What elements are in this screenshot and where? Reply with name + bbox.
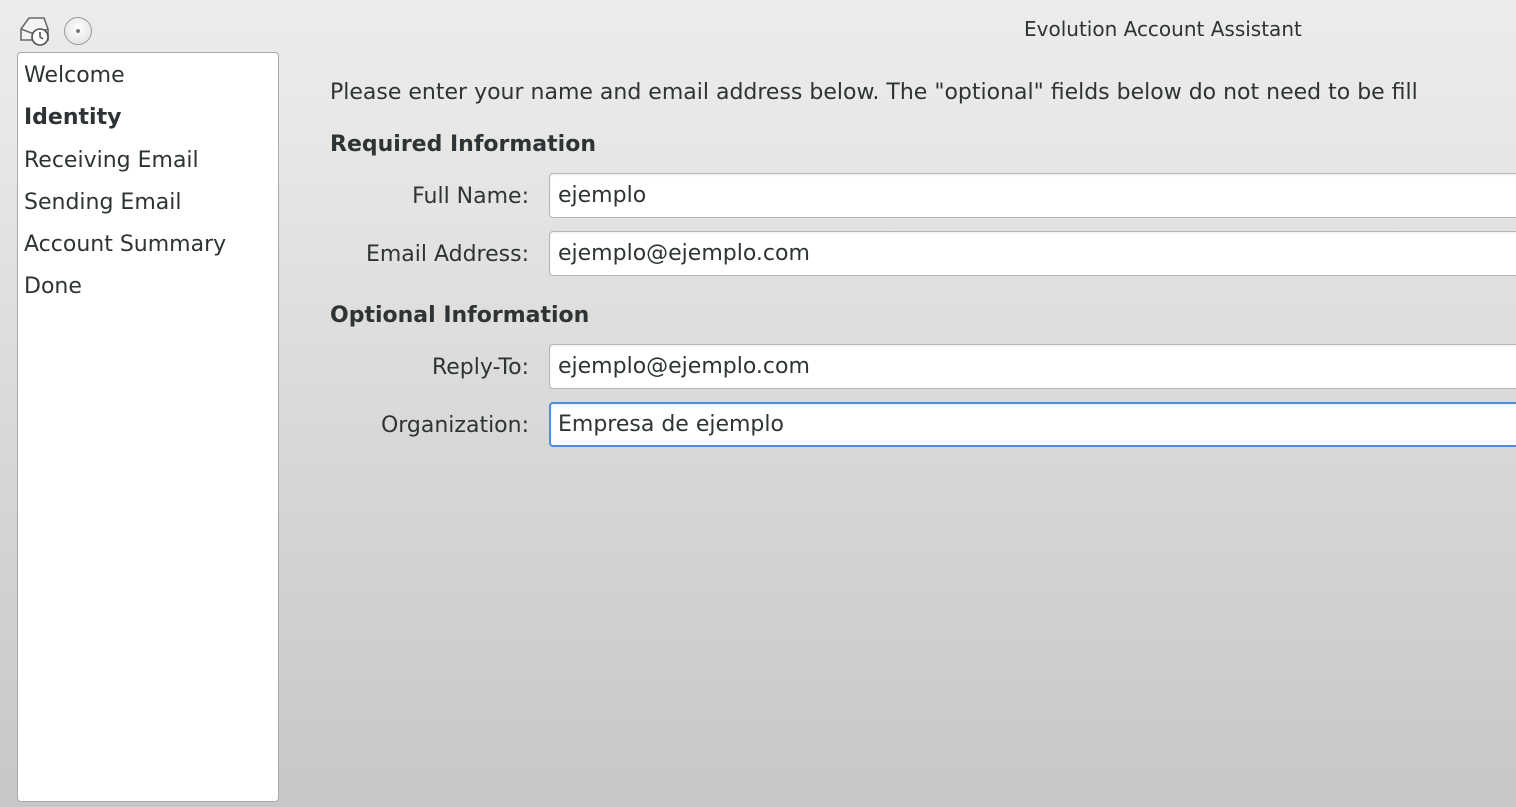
title-bar[interactable]: Evolution Account Assistant <box>0 0 1516 52</box>
sidebar-item-sending-email[interactable]: Sending Email <box>24 190 181 215</box>
organization-label: Organization: <box>380 413 529 438</box>
reply-to-label: Reply-To: <box>431 355 529 380</box>
reply-to-field[interactable] <box>549 344 1516 389</box>
sidebar-item-account-summary[interactable]: Account Summary <box>24 232 226 257</box>
required-information-heading: Required Information <box>330 132 596 157</box>
full-name-label: Full Name: <box>412 184 529 209</box>
minimize-icon[interactable] <box>64 17 92 45</box>
sidebar-item-done[interactable]: Done <box>24 274 82 299</box>
evolution-mail-clock-icon[interactable] <box>18 13 52 47</box>
organization-field[interactable] <box>549 402 1516 447</box>
email-address-label: Email Address: <box>365 242 529 267</box>
optional-information-heading: Optional Information <box>330 303 590 328</box>
full-name-field[interactable] <box>549 173 1516 218</box>
sidebar-item-welcome[interactable]: Welcome <box>24 63 125 88</box>
email-address-field[interactable] <box>549 231 1516 276</box>
window-title: Evolution Account Assistant <box>1024 17 1302 41</box>
account-assistant-window: Evolution Account Assistant Welcome Iden… <box>0 0 1516 807</box>
sidebar-item-identity[interactable]: Identity <box>24 105 121 130</box>
assistant-steps-sidebar: Welcome Identity Receiving Email Sending… <box>17 52 279 802</box>
sidebar-item-receiving-email[interactable]: Receiving Email <box>24 148 199 173</box>
intro-text: Please enter your name and email address… <box>330 80 1418 105</box>
